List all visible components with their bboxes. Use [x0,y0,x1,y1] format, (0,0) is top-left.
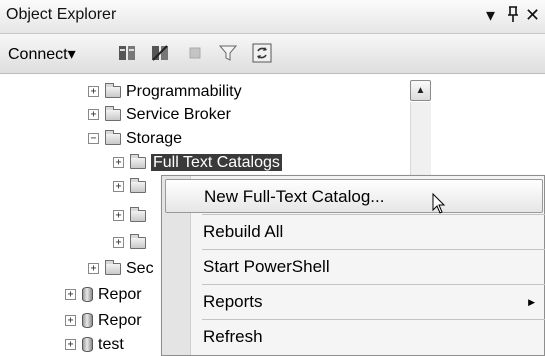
expand-icon[interactable]: + [113,237,124,249]
collapse-icon[interactable]: − [88,133,99,145]
expand-icon[interactable]: + [65,315,76,327]
connect-dropdown-icon: ▾ [67,46,76,63]
window-title: Object Explorer [6,6,117,23]
folder-icon [130,177,146,193]
tree-node[interactable]: + [113,205,151,227]
context-menu: New Full-Text Catalog... Rebuild All Sta… [161,175,545,356]
menu-item-new-full-text-catalog[interactable]: New Full-Text Catalog... [165,179,543,213]
scroll-up-button[interactable]: ▲ [410,80,431,101]
tree-node-label: Service Broker [126,106,231,123]
connect-button[interactable]: Connect▾ [8,44,76,64]
menu-item-reports[interactable]: Reports ▶ [191,285,545,319]
menu-item-start-powershell[interactable]: Start PowerShell [191,250,545,284]
connect-server-icon[interactable] [117,43,137,63]
tree-node[interactable]: + Programmability [88,81,242,103]
tree-node[interactable]: + Service Broker [88,104,231,126]
expand-icon[interactable]: + [113,157,124,169]
tree-node-label: Full Text Catalogs [151,154,282,171]
tree-node[interactable]: + [113,232,151,254]
tree-node-label: Repor [98,312,142,329]
tree-node-label: Repor [98,286,142,303]
expand-icon[interactable]: + [88,109,99,121]
object-explorer-toolbar: Connect▾ [0,34,545,74]
database-icon [82,287,93,303]
database-icon [82,337,93,353]
window-menu-dropdown-icon[interactable]: ▾ [486,4,495,26]
refresh-icon[interactable] [252,43,272,63]
disconnect-server-icon[interactable] [150,43,170,63]
menu-item-label: Reports [203,292,263,311]
expand-icon[interactable]: + [113,181,124,193]
tree-node-label: Programmability [126,83,242,100]
tree-node[interactable]: + Repor [65,284,142,306]
folder-icon [105,82,121,98]
connect-label: Connect [8,46,68,63]
folder-icon [130,233,146,249]
expand-icon[interactable]: + [88,86,99,98]
expand-icon[interactable]: + [113,210,124,222]
expand-icon[interactable]: + [65,339,76,351]
filter-icon[interactable] [218,43,238,63]
folder-icon [130,153,146,169]
menu-item-label: Rebuild All [203,222,284,241]
stop-icon[interactable] [185,43,205,63]
tree-node-label: Storage [126,130,183,147]
database-icon [82,313,93,329]
tree-node-selected[interactable]: + Full Text Catalogs [113,152,282,174]
menu-item-rebuild-all[interactable]: Rebuild All [191,215,545,249]
menu-item-refresh[interactable]: Refresh [191,320,545,354]
tree-node[interactable]: + Repor [65,310,142,332]
tree-node[interactable]: − Storage [88,128,182,150]
object-explorer-titlebar: Object Explorer ▾ ✕ [0,0,545,34]
tree-node[interactable]: + test [65,334,124,356]
submenu-arrow-icon: ▶ [528,297,535,307]
pin-icon[interactable] [505,4,521,29]
folder-icon [130,206,146,222]
tree-node-label: Sec [126,260,154,277]
folder-icon [105,105,121,121]
mouse-pointer-icon [432,193,446,214]
folder-icon [105,129,121,145]
menu-item-label: New Full-Text Catalog... [204,187,385,206]
folder-icon [105,259,121,275]
tree-node[interactable]: + Sec [88,258,154,280]
menu-item-label: Refresh [203,327,263,346]
expand-icon[interactable]: + [88,263,99,275]
tree-node[interactable]: + [113,176,151,198]
menu-item-label: Start PowerShell [203,257,330,276]
tree-node-label: test [98,336,124,353]
close-icon[interactable]: ✕ [525,4,540,26]
expand-icon[interactable]: + [65,289,76,301]
